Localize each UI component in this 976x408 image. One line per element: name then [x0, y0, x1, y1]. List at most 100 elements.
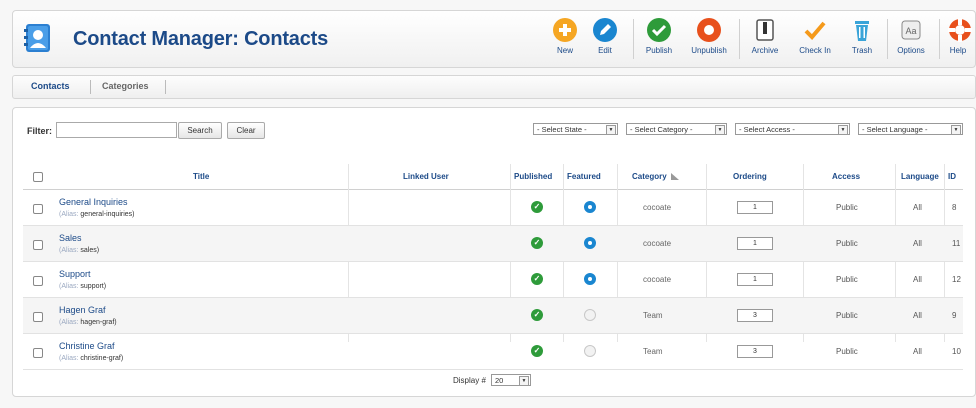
trash-button[interactable]: Trash: [847, 15, 877, 63]
id-value: 12: [952, 275, 961, 284]
ordering-input[interactable]: 1: [737, 201, 773, 214]
featured-off-icon[interactable]: [584, 345, 596, 357]
check-in-label: Check In: [799, 46, 831, 55]
select-category[interactable]: - Select Category - ▼: [626, 123, 727, 135]
row-checkbox[interactable]: [33, 204, 43, 214]
contact-title-link[interactable]: Christine Graf: [59, 341, 115, 351]
select-access[interactable]: - Select Access - ▼: [735, 123, 850, 135]
dropdown-arrow-icon: ▼: [715, 125, 725, 134]
select-language[interactable]: - Select Language - ▼: [858, 123, 963, 135]
unpublish-label: Unpublish: [691, 46, 727, 55]
dropdown-arrow-icon: ▼: [951, 125, 961, 134]
options-button[interactable]: Aa Options: [893, 15, 929, 63]
table-row: General Inquiries (Alias: general-inquiri…: [23, 190, 963, 226]
category-value: cocoate: [643, 275, 672, 284]
ring-circle-icon: [697, 18, 721, 42]
published-check-icon[interactable]: ✓: [531, 201, 543, 213]
access-value: Public: [836, 347, 858, 356]
category-value: Team: [643, 311, 663, 320]
table-row: Hagen Graf (Alias: hagen-graf) ✓ Team 3 Publi…: [23, 298, 963, 334]
contact-title-link[interactable]: Hagen Graf: [59, 305, 106, 315]
col-category[interactable]: Category: [632, 172, 679, 181]
new-label: New: [556, 46, 573, 55]
dropdown-arrow-icon: ▼: [519, 376, 529, 385]
row-checkbox[interactable]: [33, 348, 43, 358]
pagination-footer: Display # 20 ▼: [23, 370, 963, 390]
language-value: All: [913, 275, 922, 284]
options-label: Options: [897, 46, 925, 55]
ordering-input[interactable]: 3: [737, 309, 773, 322]
select-state-value: - Select State -: [537, 125, 587, 134]
language-value: All: [913, 239, 922, 248]
archive-button[interactable]: Archive: [745, 15, 785, 63]
col-title[interactable]: Title: [193, 172, 209, 181]
access-value: Public: [836, 275, 858, 284]
category-value: cocoate: [643, 239, 672, 248]
publish-button[interactable]: Publish: [639, 15, 679, 63]
unpublish-button[interactable]: Unpublish: [687, 15, 731, 63]
main-panel: Filter: Search Clear - Select State - ▼ …: [12, 107, 976, 397]
contact-title-link[interactable]: Sales: [59, 233, 82, 243]
alias-prefix: (Alias:: [59, 211, 79, 218]
published-check-icon[interactable]: ✓: [531, 273, 543, 285]
tab-separator: [90, 80, 91, 94]
id-value: 11: [952, 239, 961, 248]
published-check-icon[interactable]: ✓: [531, 309, 543, 321]
id-value: 8: [952, 203, 957, 212]
col-linked-user[interactable]: Linked User: [403, 172, 449, 181]
new-button[interactable]: New: [551, 15, 579, 63]
clear-button[interactable]: Clear: [227, 122, 265, 139]
ordering-input[interactable]: 1: [737, 237, 773, 250]
pencil-circle-icon: [593, 18, 617, 42]
ordering-input[interactable]: 3: [737, 345, 773, 358]
ordering-input[interactable]: 1: [737, 273, 773, 286]
table-row: Sales (Alias: sales) ✓ cocoate 1 Public All 11: [23, 226, 963, 262]
help-button[interactable]: Help: [947, 15, 972, 63]
alias-prefix: (Alias:: [59, 283, 79, 290]
edit-button[interactable]: Edit: [591, 15, 619, 63]
contact-alias: (Alias: sales): [59, 247, 99, 254]
check-in-button[interactable]: Check In: [795, 15, 835, 63]
tab-categories[interactable]: Categories: [102, 81, 149, 91]
display-limit-select[interactable]: 20 ▼: [491, 374, 531, 386]
row-checkbox[interactable]: [33, 240, 43, 250]
id-value: 10: [952, 347, 961, 356]
contact-title-link[interactable]: Support: [59, 269, 91, 279]
trash-label: Trash: [851, 46, 873, 55]
toolbar-separator: [939, 19, 940, 59]
published-check-icon[interactable]: ✓: [531, 345, 543, 357]
published-check-icon[interactable]: ✓: [531, 237, 543, 249]
col-ordering[interactable]: Ordering: [733, 172, 767, 181]
filter-input[interactable]: [56, 122, 177, 138]
row-checkbox[interactable]: [33, 312, 43, 322]
category-value: Team: [643, 347, 663, 356]
svg-text:Aa: Aa: [905, 26, 916, 36]
toolbar-separator: [633, 19, 634, 59]
toolbar-separator: [887, 19, 888, 59]
alias-value: christine-graf): [80, 355, 124, 362]
tab-contacts[interactable]: Contacts: [31, 81, 70, 91]
language-value: All: [913, 311, 922, 320]
featured-off-icon[interactable]: [584, 309, 596, 321]
checkmark-icon: [804, 21, 826, 40]
select-all-checkbox[interactable]: [33, 172, 43, 182]
contact-title-link[interactable]: General Inquiries: [59, 197, 128, 207]
alias-prefix: (Alias:: [59, 355, 79, 362]
access-value: Public: [836, 203, 858, 212]
select-state[interactable]: - Select State - ▼: [533, 123, 618, 135]
featured-on-icon[interactable]: [584, 201, 596, 213]
col-published[interactable]: Published: [514, 172, 552, 181]
col-id[interactable]: ID: [948, 172, 956, 181]
table-row: Christine Graf (Alias: christine-graf) ✓ Te…: [23, 334, 963, 370]
col-featured[interactable]: Featured: [567, 172, 601, 181]
contact-alias: (Alias: support): [59, 283, 106, 290]
row-checkbox[interactable]: [33, 276, 43, 286]
table-row: Support (Alias: support) ✓ cocoate 1 Public Al…: [23, 262, 963, 298]
search-button[interactable]: Search: [178, 122, 222, 139]
language-value: All: [913, 203, 922, 212]
featured-on-icon[interactable]: [584, 273, 596, 285]
col-access[interactable]: Access: [832, 172, 860, 181]
col-language[interactable]: Language: [901, 172, 939, 181]
featured-on-icon[interactable]: [584, 237, 596, 249]
display-label: Display #: [453, 376, 486, 385]
